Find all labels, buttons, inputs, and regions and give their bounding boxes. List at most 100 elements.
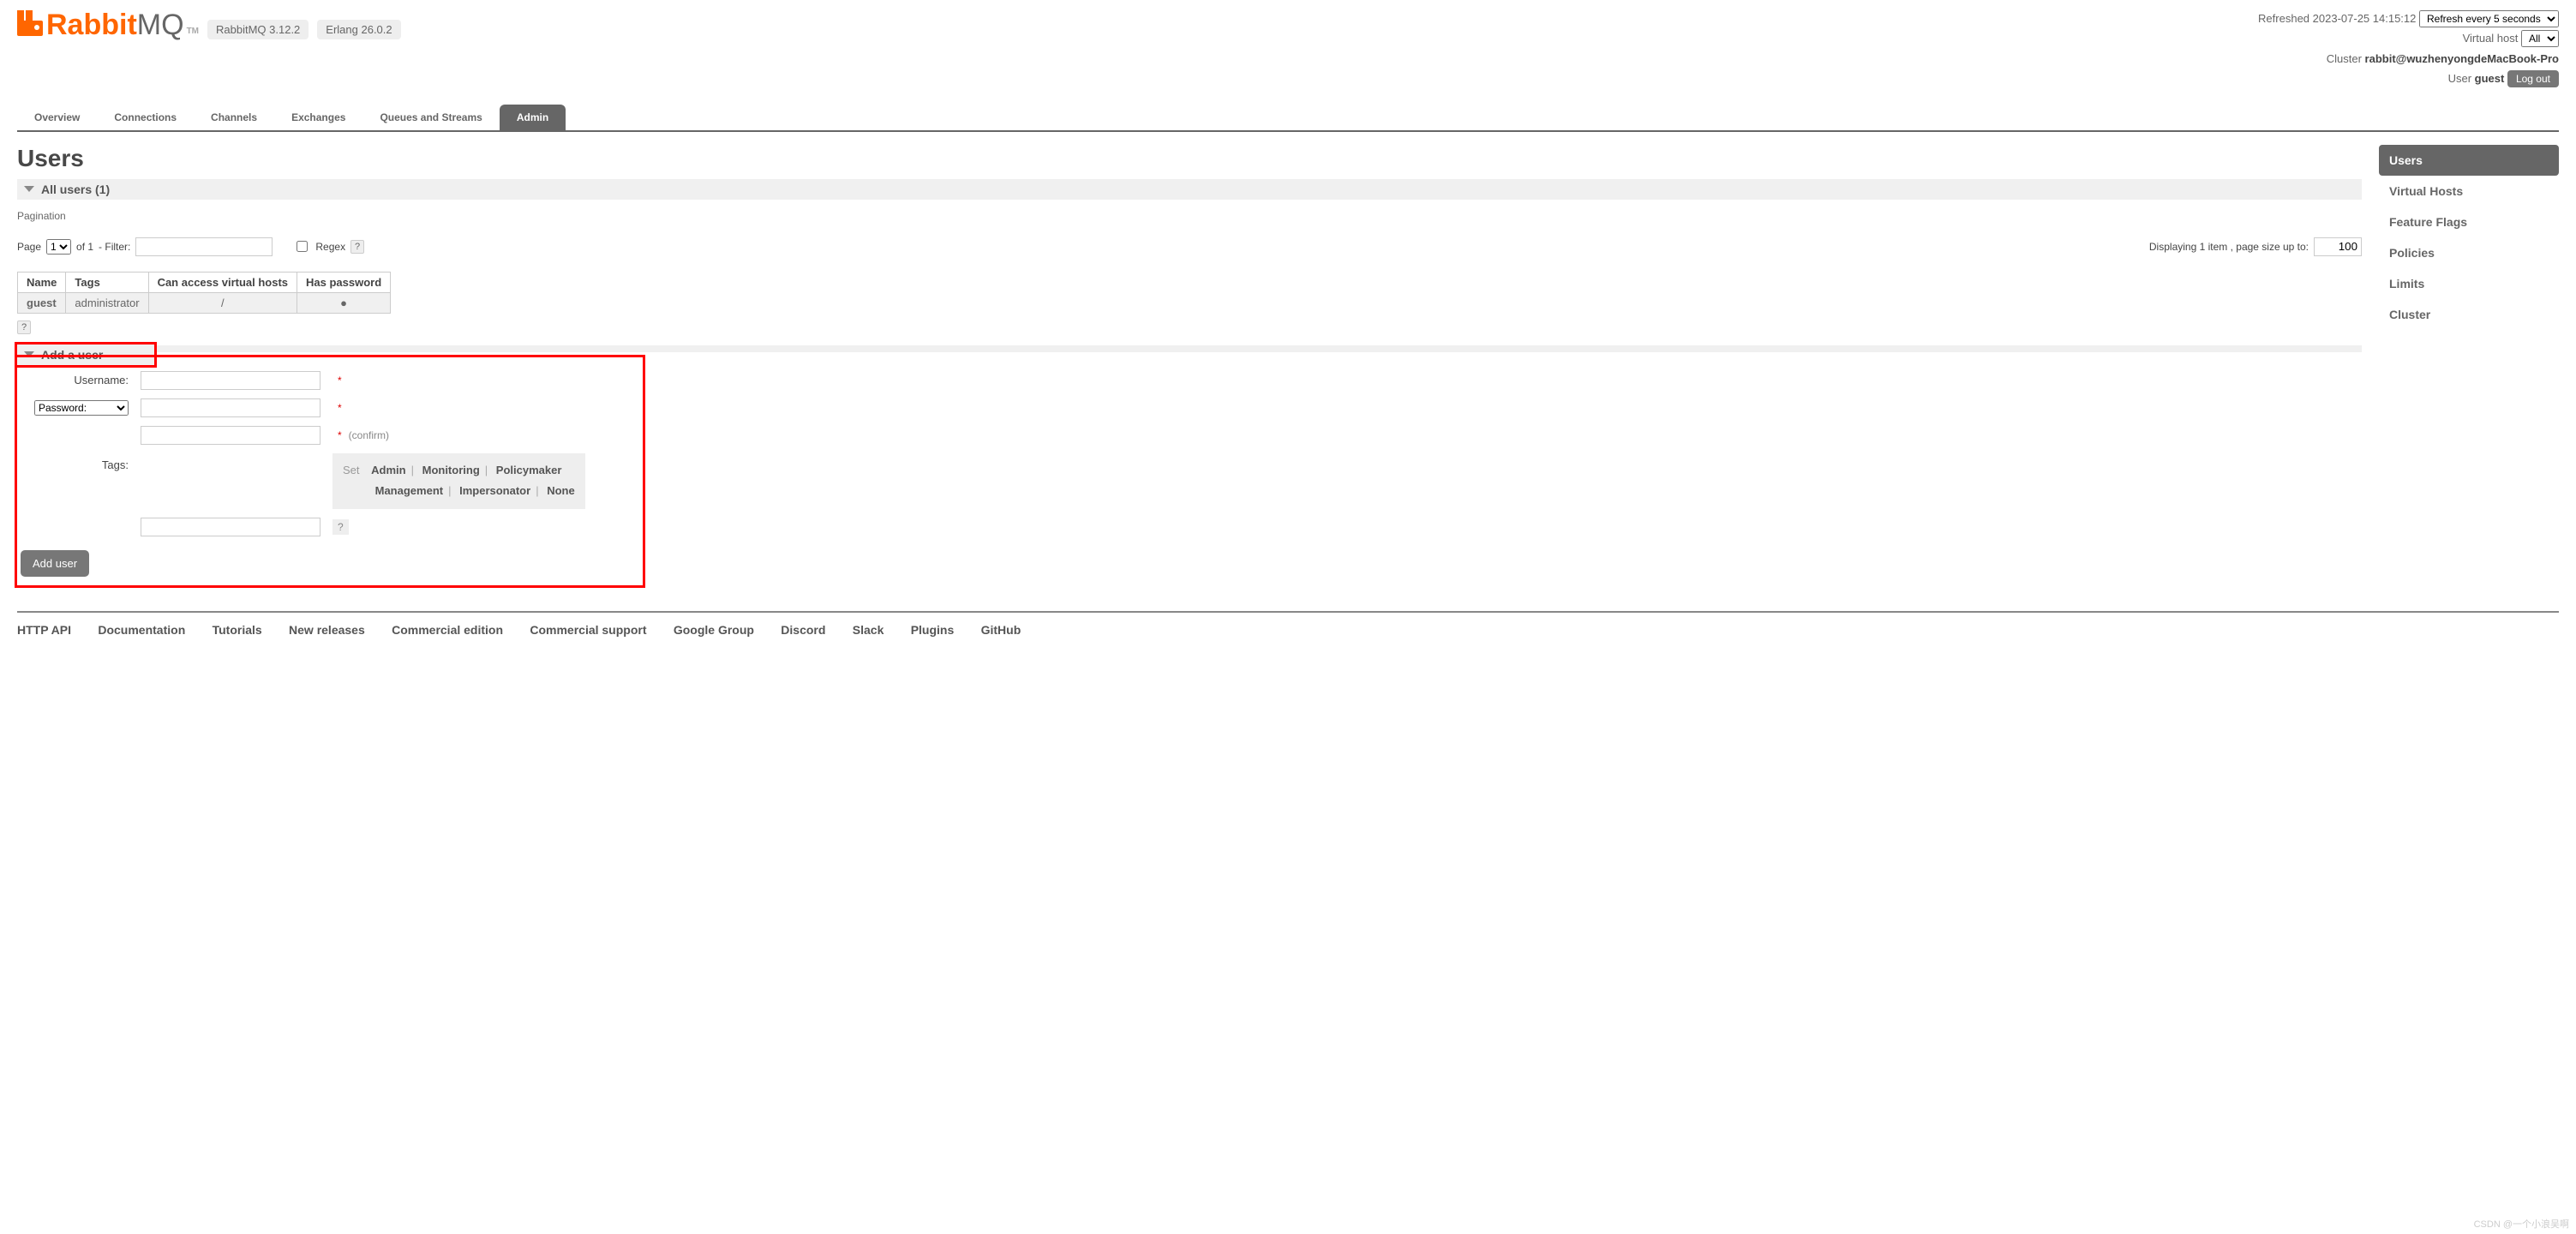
sidebar-item-limits[interactable]: Limits bbox=[2379, 268, 2559, 299]
version-pill: RabbitMQ 3.12.2 bbox=[207, 20, 309, 39]
footer-link[interactable]: Commercial support bbox=[530, 623, 646, 637]
footer-link[interactable]: GitHub bbox=[981, 623, 1021, 637]
password-confirm-input[interactable] bbox=[141, 426, 321, 445]
chevron-down-icon bbox=[24, 351, 34, 357]
col-name[interactable]: Name bbox=[18, 272, 66, 292]
displaying-text: Displaying 1 item , page size up to: bbox=[2149, 241, 2309, 253]
cluster-label: Cluster bbox=[2327, 52, 2362, 65]
table-row[interactable]: guest administrator / ● bbox=[18, 292, 391, 313]
footer-link[interactable]: Slack bbox=[853, 623, 884, 637]
add-user-button[interactable]: Add user bbox=[21, 550, 89, 577]
sidebar-item-cluster[interactable]: Cluster bbox=[2379, 299, 2559, 330]
filter-label: - Filter: bbox=[99, 241, 130, 253]
watermark: CSDN @一个小浪吴啊 bbox=[2474, 1217, 2569, 1231]
page-number-select[interactable]: 1 bbox=[46, 239, 71, 255]
logo-block: RabbitMQ TM RabbitMQ 3.12.2 Erlang 26.0.… bbox=[17, 9, 401, 39]
sidebar-item-vhosts[interactable]: Virtual Hosts bbox=[2379, 176, 2559, 207]
vhost-label: Virtual host bbox=[2463, 32, 2519, 45]
all-users-label: All users (1) bbox=[41, 183, 110, 196]
tab-queues[interactable]: Queues and Streams bbox=[362, 105, 499, 130]
add-user-section-header-rest bbox=[154, 345, 2362, 352]
refreshed-label: Refreshed bbox=[2258, 12, 2309, 25]
password-type-select[interactable]: Password: bbox=[34, 400, 129, 416]
chevron-down-icon bbox=[24, 186, 34, 192]
sidebar-item-policies[interactable]: Policies bbox=[2379, 237, 2559, 268]
cell-tags: administrator bbox=[66, 292, 148, 313]
main-tabs: Overview Connections Channels Exchanges … bbox=[17, 105, 2559, 132]
tab-admin[interactable]: Admin bbox=[500, 105, 566, 130]
cell-vhosts: / bbox=[148, 292, 297, 313]
rabbitmq-icon bbox=[17, 10, 43, 41]
footer-link[interactable]: Discord bbox=[781, 623, 825, 637]
add-user-label: Add a user bbox=[41, 348, 103, 362]
logout-button[interactable]: Log out bbox=[2507, 70, 2559, 87]
col-vhosts[interactable]: Can access virtual hosts bbox=[148, 272, 297, 292]
table-header-row: Name Tags Can access virtual hosts Has p… bbox=[18, 272, 391, 292]
filter-input[interactable] bbox=[135, 237, 273, 256]
user-name: guest bbox=[2475, 72, 2505, 85]
sidebar-item-feature-flags[interactable]: Feature Flags bbox=[2379, 207, 2559, 237]
required-marker: * bbox=[338, 429, 342, 441]
username-label: Username: bbox=[22, 368, 134, 393]
tab-channels[interactable]: Channels bbox=[194, 105, 274, 130]
vhost-select[interactable]: All bbox=[2521, 30, 2559, 47]
footer: HTTP API Documentation Tutorials New rel… bbox=[17, 611, 2559, 671]
cluster-name: rabbit@wuzhenyongdeMacBook-Pro bbox=[2365, 52, 2559, 65]
user-label: User bbox=[2448, 72, 2471, 85]
page-size-input[interactable] bbox=[2314, 237, 2362, 256]
page-label: Page bbox=[17, 241, 41, 253]
username-input[interactable] bbox=[141, 371, 321, 390]
refresh-interval-select[interactable]: Refresh every 5 seconds bbox=[2419, 10, 2559, 27]
logo[interactable]: RabbitMQ TM bbox=[17, 9, 199, 39]
tag-management[interactable]: Management bbox=[375, 484, 443, 497]
erlang-pill: Erlang 26.0.2 bbox=[317, 20, 400, 39]
page-title: Users bbox=[17, 145, 2362, 172]
tab-connections[interactable]: Connections bbox=[97, 105, 194, 130]
footer-link[interactable]: Google Group bbox=[674, 623, 754, 637]
all-users-section-header[interactable]: All users (1) bbox=[17, 179, 2362, 200]
tag-monitoring[interactable]: Monitoring bbox=[422, 464, 480, 476]
footer-link[interactable]: Plugins bbox=[911, 623, 955, 637]
footer-link[interactable]: Commercial edition bbox=[392, 623, 503, 637]
regex-checkbox[interactable] bbox=[297, 241, 308, 252]
tag-admin[interactable]: Admin bbox=[371, 464, 405, 476]
logo-tm: TM bbox=[187, 27, 199, 36]
footer-link[interactable]: Tutorials bbox=[213, 623, 262, 637]
col-haspw[interactable]: Has password bbox=[297, 272, 391, 292]
footer-link[interactable]: New releases bbox=[289, 623, 365, 637]
cell-haspw: ● bbox=[297, 292, 391, 313]
logo-text-1: Rabbit bbox=[46, 10, 137, 39]
regex-label: Regex bbox=[315, 241, 345, 253]
tag-policymaker[interactable]: Policymaker bbox=[496, 464, 562, 476]
refreshed-time: 2023-07-25 14:15:12 bbox=[2313, 12, 2417, 25]
tab-overview[interactable]: Overview bbox=[17, 105, 97, 130]
pagination-label: Pagination bbox=[17, 210, 2362, 222]
col-tags[interactable]: Tags bbox=[66, 272, 148, 292]
status-block: Refreshed 2023-07-25 14:15:12 Refresh ev… bbox=[2258, 9, 2559, 89]
tags-help-icon[interactable]: ? bbox=[332, 519, 349, 535]
cell-name: guest bbox=[27, 297, 57, 309]
right-sidebar: Users Virtual Hosts Feature Flags Polici… bbox=[2379, 145, 2559, 330]
pagination-row: Page 1 of 1 - Filter: Regex ? Displaying… bbox=[17, 237, 2362, 256]
add-user-section-header[interactable]: Add a user bbox=[17, 344, 154, 365]
required-marker: * bbox=[338, 402, 342, 414]
main-content: Users All users (1) Pagination Page 1 of… bbox=[17, 132, 2362, 585]
add-user-form: Username: * Password: * * (confirm) Tags: bbox=[17, 357, 643, 585]
table-help-icon[interactable]: ? bbox=[17, 320, 31, 334]
footer-link[interactable]: HTTP API bbox=[17, 623, 71, 637]
tag-none[interactable]: None bbox=[547, 484, 575, 497]
page-of: of 1 bbox=[76, 241, 93, 253]
tab-exchanges[interactable]: Exchanges bbox=[274, 105, 362, 130]
tag-impersonator[interactable]: Impersonator bbox=[459, 484, 530, 497]
sidebar-item-users[interactable]: Users bbox=[2379, 145, 2559, 176]
regex-help-icon[interactable]: ? bbox=[350, 240, 364, 254]
footer-link[interactable]: Documentation bbox=[98, 623, 185, 637]
required-marker: * bbox=[338, 374, 342, 386]
logo-text-2: MQ bbox=[137, 10, 184, 39]
password-input[interactable] bbox=[141, 398, 321, 417]
tags-input[interactable] bbox=[141, 518, 321, 536]
tags-label: Tags: bbox=[22, 450, 134, 512]
users-table: Name Tags Can access virtual hosts Has p… bbox=[17, 272, 391, 314]
tag-suggestions: Set Admin| Monitoring| Policymaker Manag… bbox=[332, 453, 585, 509]
confirm-label: (confirm) bbox=[349, 429, 389, 441]
